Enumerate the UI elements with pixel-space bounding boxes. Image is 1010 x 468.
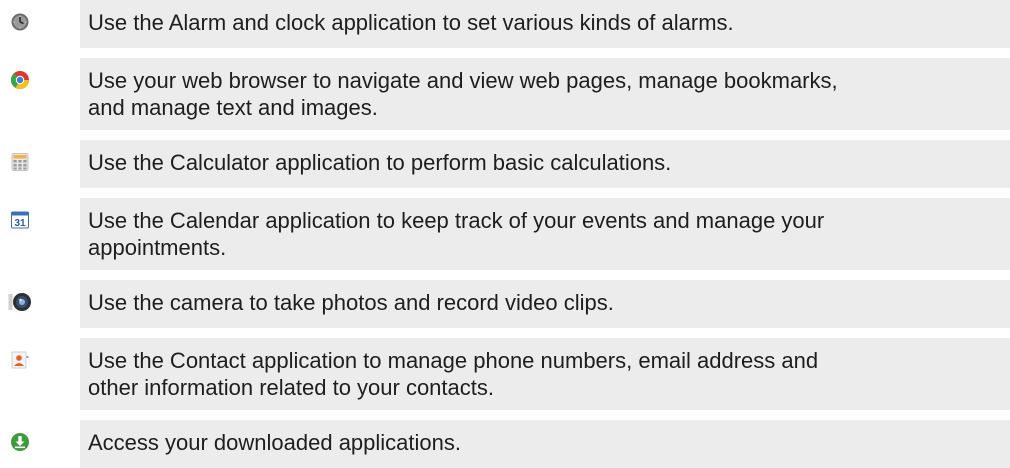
app-description: Access your downloaded applications. (88, 430, 462, 455)
app-description: Use the Calendar application to keep tra… (88, 208, 825, 260)
contacts-icon (10, 350, 30, 370)
alarm-clock-icon (10, 12, 30, 32)
app-description: Use the Alarm and clock application to s… (88, 10, 734, 35)
calendar-icon-day: 31 (14, 218, 26, 229)
app-description: Use the camera to take photos and record… (88, 290, 614, 315)
app-description: Use your web browser to navigate and vie… (88, 68, 838, 120)
app-description: Use the Calculator application to perfor… (88, 150, 672, 175)
calendar-icon: 31 (10, 210, 30, 230)
calculator-icon (10, 152, 30, 172)
browser-icon (10, 70, 30, 90)
downloads-icon (10, 432, 30, 452)
app-description: Use the Contact application to manage ph… (88, 348, 819, 400)
camera-icon (8, 292, 32, 312)
